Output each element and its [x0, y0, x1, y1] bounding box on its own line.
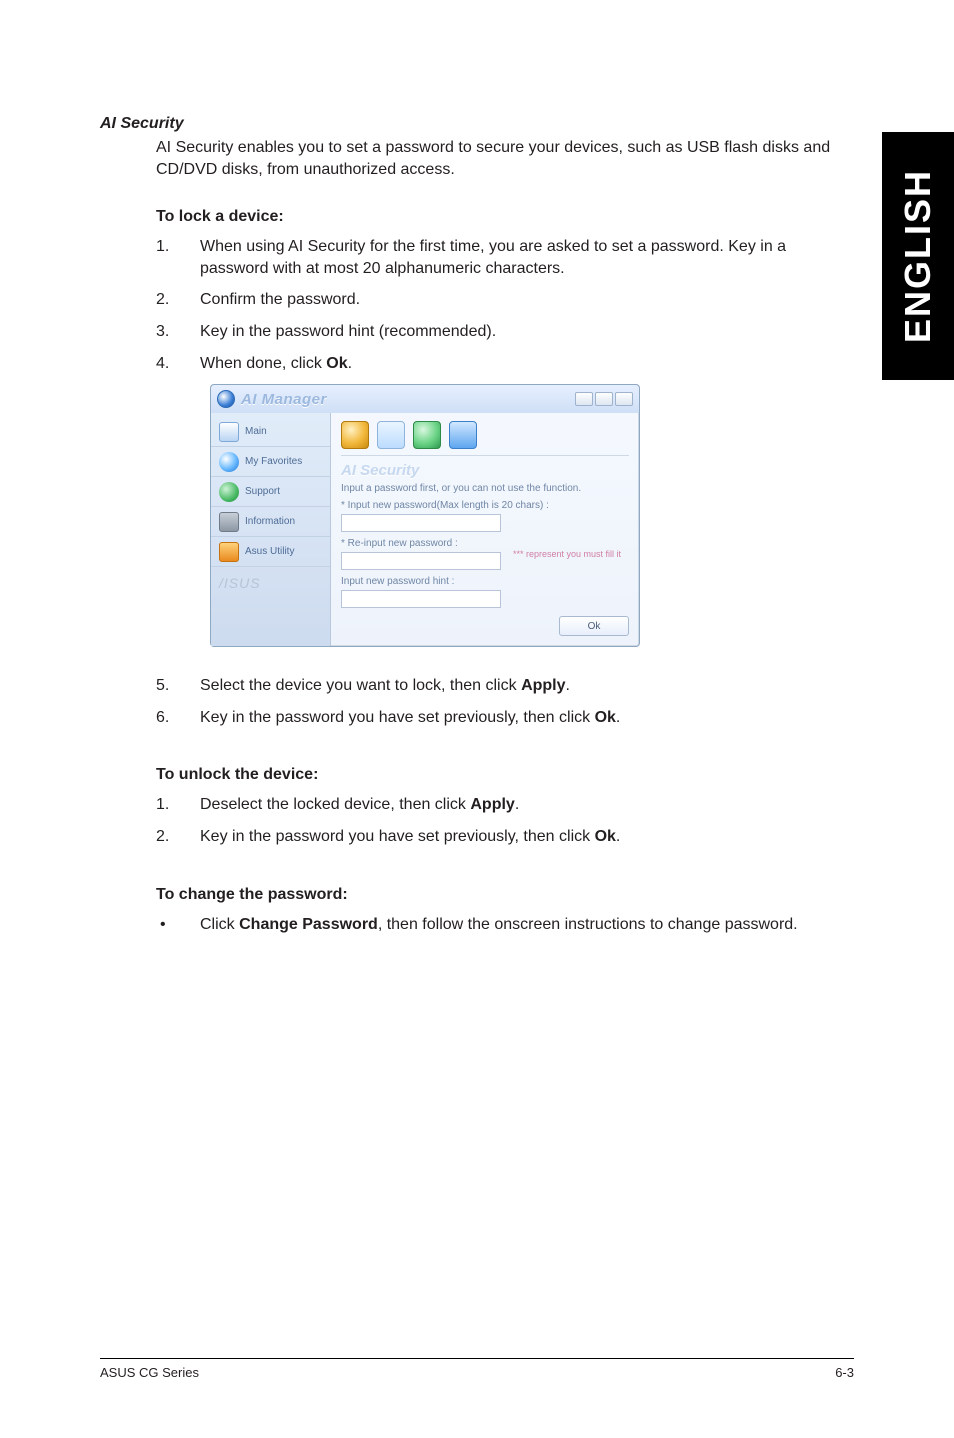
- panel-title: AI Security: [341, 462, 629, 479]
- language-label: ENGLISH: [897, 169, 939, 343]
- footer-right: 6-3: [835, 1365, 854, 1380]
- minimize-button[interactable]: [575, 392, 593, 406]
- language-side-tab: ENGLISH: [882, 132, 954, 380]
- change-bullets: Click Change Password, then follow the o…: [156, 914, 840, 936]
- change-heading: To change the password:: [156, 886, 840, 904]
- lock-step-5: Select the device you want to lock, then…: [156, 675, 840, 697]
- password-hint-label: Input new password hint :: [341, 576, 629, 587]
- change-bullet-1: Click Change Password, then follow the o…: [156, 914, 840, 936]
- password-hint-input[interactable]: [341, 590, 501, 608]
- intro-paragraph: AI Security enables you to set a passwor…: [156, 137, 840, 180]
- hint-note: *** represent you must fill it: [513, 549, 621, 559]
- toolbar-icon-2[interactable]: [377, 421, 405, 449]
- toolbar-icon-1[interactable]: [341, 421, 369, 449]
- lock-step-6: Key in the password you have set previou…: [156, 707, 840, 729]
- maximize-button[interactable]: [595, 392, 613, 406]
- close-button[interactable]: [615, 392, 633, 406]
- toolbar-icon-4[interactable]: [449, 421, 477, 449]
- dialog-title: AI Manager: [241, 391, 327, 408]
- support-icon: [219, 482, 239, 502]
- side-item-support[interactable]: Support: [211, 477, 330, 507]
- unlock-heading: To unlock the device:: [156, 766, 840, 784]
- panel-subtext: Input a password first, or you can not u…: [341, 483, 629, 494]
- asus-utility-icon: [219, 542, 239, 562]
- app-logo-icon: [217, 390, 235, 408]
- lock-steps-1-4: When using AI Security for the first tim…: [156, 236, 840, 374]
- main-icon: [219, 422, 239, 442]
- reinput-password-label: * Re-input new password :: [341, 538, 501, 549]
- unlock-step-1: Deselect the locked device, then click A…: [156, 794, 840, 816]
- favorites-icon: [219, 452, 239, 472]
- side-item-favorites[interactable]: My Favorites: [211, 447, 330, 477]
- new-password-input[interactable]: [341, 514, 501, 532]
- unlock-step-2: Key in the password you have set previou…: [156, 826, 840, 848]
- unlock-steps: Deselect the locked device, then click A…: [156, 794, 840, 847]
- lock-steps-5-6: Select the device you want to lock, then…: [156, 675, 840, 728]
- lock-heading: To lock a device:: [156, 208, 840, 226]
- new-password-label: * Input new password(Max length is 20 ch…: [341, 500, 629, 511]
- reinput-password-input[interactable]: [341, 552, 501, 570]
- side-item-main[interactable]: Main: [211, 417, 330, 447]
- footer-left: ASUS CG Series: [100, 1365, 199, 1380]
- information-icon: [219, 512, 239, 532]
- section-heading: AI Security: [100, 115, 840, 133]
- lock-step-2: Confirm the password.: [156, 289, 840, 311]
- brand-footer: /ISUS: [211, 567, 330, 599]
- lock-step-4: When done, click Ok.: [156, 353, 840, 375]
- lock-step-3: Key in the password hint (recommended).: [156, 321, 840, 343]
- ai-manager-dialog-screenshot: AI Manager Main My Favorites Support Inf…: [210, 384, 840, 647]
- toolbar-icon-3[interactable]: [413, 421, 441, 449]
- side-item-asus-utility[interactable]: Asus Utility: [211, 537, 330, 567]
- ok-button[interactable]: Ok: [559, 616, 629, 636]
- side-item-information[interactable]: Information: [211, 507, 330, 537]
- lock-step-1: When using AI Security for the first tim…: [156, 236, 840, 279]
